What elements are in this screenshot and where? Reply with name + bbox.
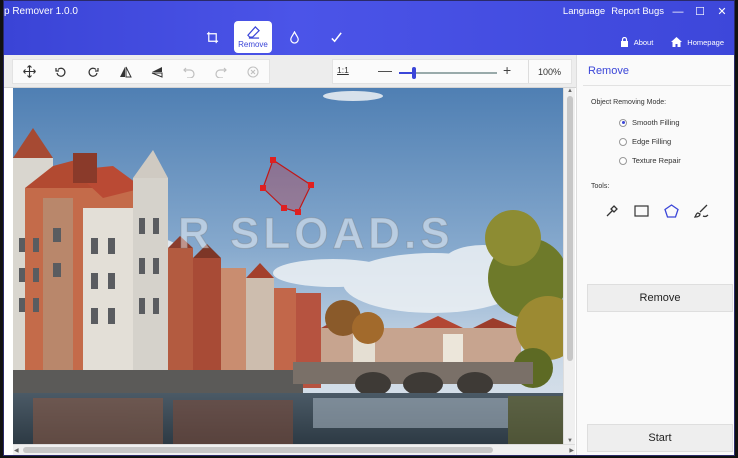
home-icon xyxy=(671,37,683,47)
maximize-button[interactable]: ☐ xyxy=(692,5,708,18)
selection-handle[interactable] xyxy=(281,205,287,211)
title-controls: Language Report Bugs — ☐ ✕ xyxy=(563,5,730,19)
editor-toolbar: 1:1 — + 100% xyxy=(4,55,576,88)
tab-remove[interactable]: Remove xyxy=(234,21,272,53)
move-icon xyxy=(22,65,36,78)
actual-size-button[interactable]: 1:1 xyxy=(337,65,349,75)
radio-empty-icon xyxy=(619,156,627,165)
vertical-scroll-thumb[interactable] xyxy=(567,96,573,361)
polygon-icon xyxy=(664,203,679,218)
zoom-in-button[interactable]: + xyxy=(503,62,511,78)
zoom-percent: 100% xyxy=(538,67,562,77)
top-nav: About Homepage xyxy=(620,37,724,47)
rectangle-icon xyxy=(634,204,649,217)
photo-preview: R SLOAD.S xyxy=(13,88,563,444)
pick-tool-button[interactable] xyxy=(603,202,620,219)
flip-vertical-button[interactable] xyxy=(141,60,173,83)
scroll-up-icon[interactable]: ▲ xyxy=(567,88,573,94)
vertical-scrollbar[interactable]: ▲ ▼ xyxy=(563,88,575,444)
watermark-text: R SLOAD.S xyxy=(178,209,454,258)
mode-tabs: Remove xyxy=(192,21,356,53)
about-label: About xyxy=(633,37,654,47)
tab-crop[interactable] xyxy=(192,21,232,53)
tools-label: Tools: xyxy=(591,183,610,190)
about-link[interactable]: About xyxy=(620,37,654,47)
undo-button[interactable] xyxy=(173,60,205,83)
mode-label: Object Removing Mode: xyxy=(591,99,667,106)
minimize-button[interactable]: — xyxy=(670,6,686,18)
tab-remove-label: Remove xyxy=(238,39,268,49)
polygon-tool-button[interactable] xyxy=(663,202,680,219)
eyedropper-icon xyxy=(606,204,618,216)
undo-icon xyxy=(183,67,195,78)
tools-row xyxy=(603,202,710,219)
reset-button[interactable] xyxy=(237,60,269,83)
title-bar: p Remover 1.0.0 Language Report Bugs — ☐… xyxy=(4,1,734,55)
eraser-icon xyxy=(246,25,260,39)
drop-icon xyxy=(289,30,299,44)
flip-horizontal-icon xyxy=(119,66,132,77)
remove-panel: Remove Object Removing Mode: Smooth Fill… xyxy=(576,55,734,455)
redo-button[interactable] xyxy=(205,60,237,83)
language-menu[interactable]: Language xyxy=(563,6,605,17)
zoom-slider-handle[interactable] xyxy=(411,67,416,79)
close-button[interactable]: ✕ xyxy=(714,5,730,18)
radio-label: Smooth Filling xyxy=(632,118,680,127)
zoom-divider xyxy=(528,60,529,83)
flip-horizontal-button[interactable] xyxy=(109,60,141,83)
panel-title: Remove xyxy=(588,65,629,77)
rotate-right-button[interactable] xyxy=(77,60,109,83)
flip-vertical-icon xyxy=(151,66,162,78)
horizontal-scrollbar[interactable]: ◀ ▶ xyxy=(13,444,575,455)
radio-selected-icon xyxy=(619,118,627,127)
cancel-circle-icon xyxy=(247,65,259,78)
redo-icon xyxy=(215,67,227,78)
radio-empty-icon xyxy=(619,137,627,146)
selection-handle[interactable] xyxy=(295,209,301,215)
radio-edge-filling[interactable]: Edge Filling xyxy=(619,137,671,146)
horizontal-scroll-thumb[interactable] xyxy=(23,447,493,453)
selection-handle[interactable] xyxy=(260,185,266,191)
start-button[interactable]: Start xyxy=(587,424,733,452)
rectangle-tool-button[interactable] xyxy=(633,202,650,219)
radio-label: Texture Repair xyxy=(632,156,681,165)
zoom-slider[interactable] xyxy=(399,67,497,79)
remove-button[interactable]: Remove xyxy=(587,284,733,312)
report-bugs-link[interactable]: Report Bugs xyxy=(611,6,664,17)
scroll-left-icon[interactable]: ◀ xyxy=(14,447,19,454)
brush-icon xyxy=(694,204,709,218)
zoom-controls: 1:1 — + 100% xyxy=(332,59,572,84)
radio-label: Edge Filling xyxy=(632,137,672,146)
radio-smooth-filling[interactable]: Smooth Filling xyxy=(619,118,680,127)
brush-tool-button[interactable] xyxy=(693,202,710,219)
homepage-label: Homepage xyxy=(687,37,724,47)
quay-wall xyxy=(13,370,303,396)
rotate-left-button[interactable] xyxy=(45,60,77,83)
radio-texture-repair[interactable]: Texture Repair xyxy=(619,156,681,165)
rotate-left-icon xyxy=(55,67,66,77)
selection-handle[interactable] xyxy=(270,157,276,163)
lock-icon xyxy=(620,37,628,47)
edit-tools-group xyxy=(12,59,270,84)
homepage-link[interactable]: Homepage xyxy=(671,37,724,47)
rotate-right-icon xyxy=(88,67,99,77)
crop-icon xyxy=(206,31,218,43)
scroll-right-icon[interactable]: ▶ xyxy=(569,447,574,454)
move-button[interactable] xyxy=(13,60,45,83)
tab-drop[interactable] xyxy=(274,21,314,53)
tab-check[interactable] xyxy=(316,21,356,53)
image-canvas[interactable]: R SLOAD.S xyxy=(13,88,563,444)
selection-handle[interactable] xyxy=(308,182,314,188)
panel-divider xyxy=(583,85,731,86)
app-title: p Remover 1.0.0 xyxy=(4,6,78,17)
zoom-out-button[interactable]: — xyxy=(378,62,392,78)
checkmark-icon xyxy=(330,31,342,42)
app-window: p Remover 1.0.0 Language Report Bugs — ☐… xyxy=(3,0,735,456)
